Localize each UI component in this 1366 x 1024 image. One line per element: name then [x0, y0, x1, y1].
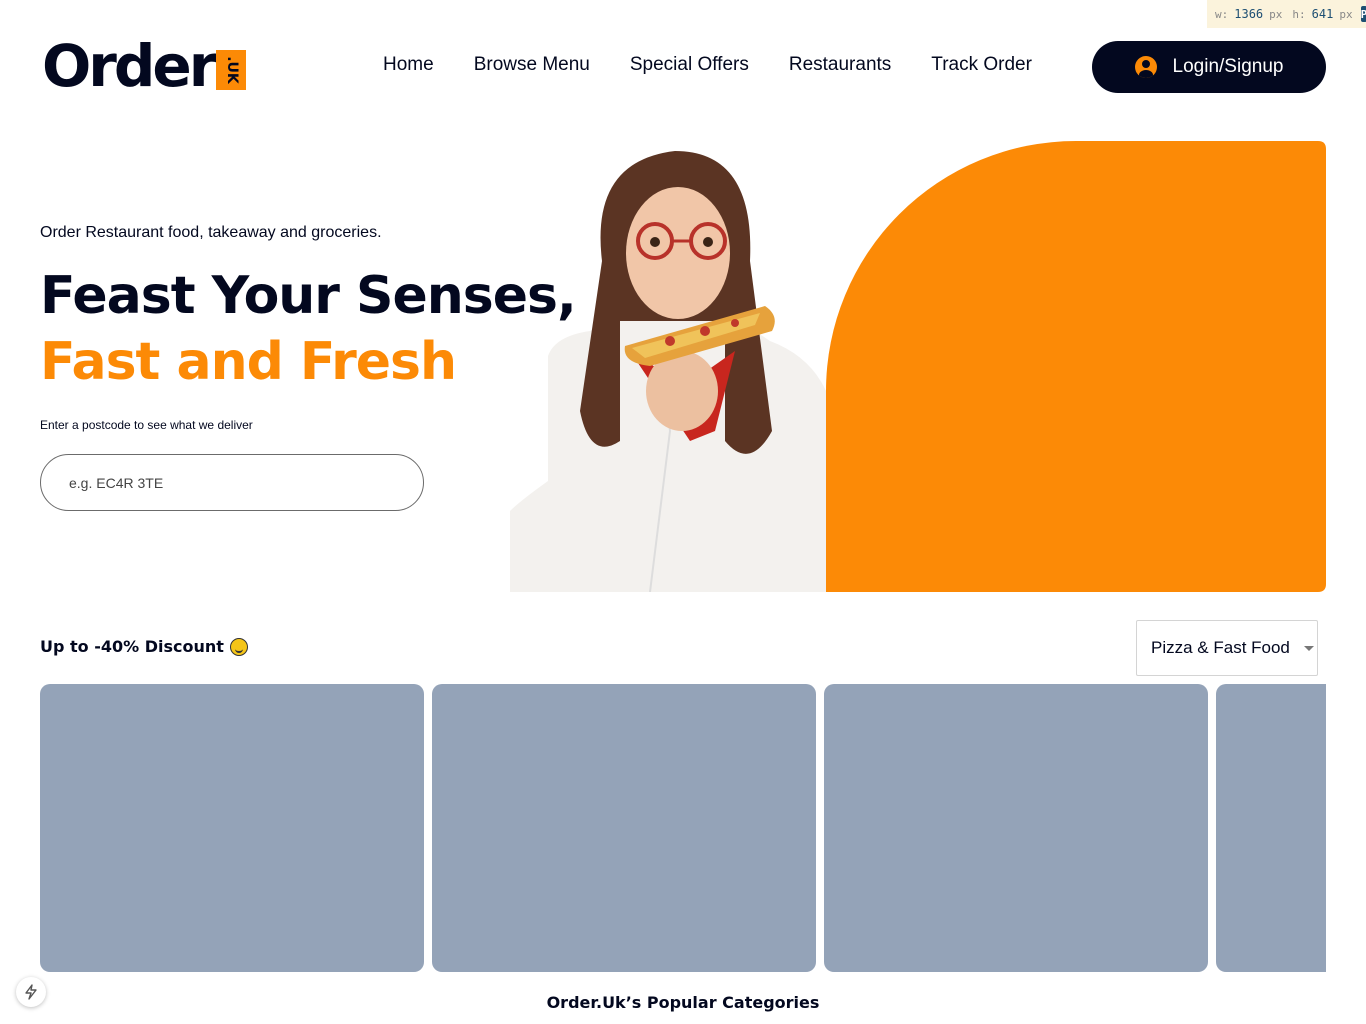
woman-eating-pizza-photo [510, 151, 826, 592]
dimension-readout: w: 1366 px h: 641 px P [1207, 0, 1366, 28]
discount-title-text: Up to -40% Discount [40, 637, 224, 656]
discount-title: Up to -40% Discount [40, 637, 248, 656]
postcode-input[interactable] [40, 454, 424, 511]
postcode-label: Enter a postcode to see what we deliver [40, 418, 253, 432]
hero-orange-panel [826, 141, 1326, 592]
logo-wordmark: Order [42, 32, 217, 100]
extension-icon[interactable]: P [1360, 6, 1366, 22]
main-nav: Home Browse Menu Special Offers Restaura… [383, 54, 1032, 76]
nav-home[interactable]: Home [383, 54, 434, 76]
chevron-down-icon [1303, 645, 1314, 651]
width-value: 1366 [1234, 7, 1264, 21]
nav-browse-menu[interactable]: Browse Menu [474, 54, 590, 76]
deal-card-2[interactable] [432, 684, 816, 972]
lightning-bolt-icon [25, 984, 37, 1000]
deal-card-3[interactable] [824, 684, 1208, 972]
height-unit: px [1339, 7, 1353, 21]
brand-logo[interactable]: Order .UK [42, 32, 247, 100]
hero-title-line2: Fast and Fresh [40, 332, 457, 392]
nav-special-offers[interactable]: Special Offers [630, 54, 749, 76]
dev-tools-button[interactable] [16, 977, 46, 1007]
category-select[interactable]: Pizza & Fast Food [1136, 620, 1318, 676]
login-signup-button[interactable]: Login/Signup [1092, 41, 1326, 93]
deal-card-1[interactable] [40, 684, 424, 972]
hero-title-line1: Feast Your Senses, [40, 266, 577, 326]
hero-image [510, 141, 1326, 592]
width-label: w: [1215, 7, 1229, 21]
nav-restaurants[interactable]: Restaurants [789, 54, 891, 76]
nav-track-order[interactable]: Track Order [931, 54, 1032, 76]
logo-badge-text: .UK [223, 56, 240, 84]
hero-tagline: Order Restaurant food, takeaway and groc… [40, 224, 382, 241]
user-circle-icon [1134, 56, 1157, 78]
category-select-value: Pizza & Fast Food [1151, 638, 1290, 657]
height-label: h: [1292, 7, 1306, 21]
logo-badge: .UK [216, 50, 247, 90]
width-unit: px [1269, 7, 1283, 21]
popular-categories-title: Order.Uk’s Popular Categories [546, 993, 820, 1012]
height-value: 641 [1311, 7, 1334, 21]
deal-cards [40, 684, 1326, 972]
deal-card-4[interactable] [1216, 684, 1326, 972]
smiley-icon [229, 637, 248, 656]
login-signup-label: Login/Signup [1172, 56, 1284, 77]
